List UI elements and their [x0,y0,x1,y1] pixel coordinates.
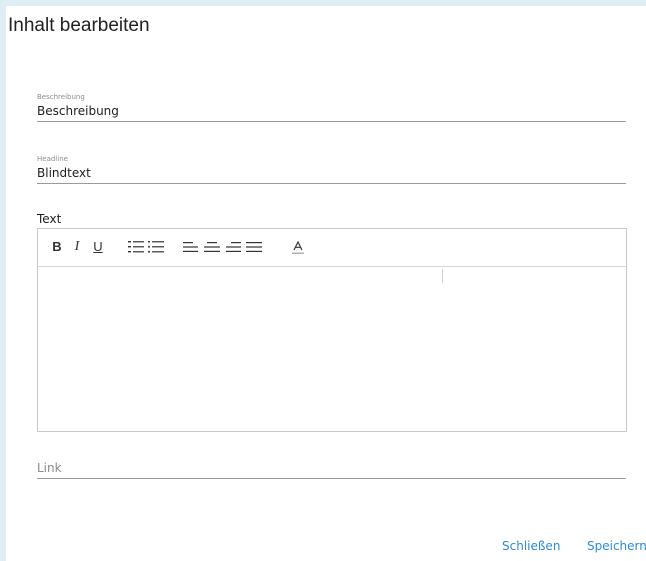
headline-label: Headline [37,155,68,163]
edit-content-dialog: Inhalt bearbeiten Beschreibung Beschreib… [6,6,646,561]
save-button[interactable]: Speichern [587,539,646,553]
editor-content-area[interactable] [38,267,626,431]
align-justify-icon[interactable] [246,238,262,256]
dialog-title: Inhalt bearbeiten [8,15,150,36]
beschreibung-label: Beschreibung [37,93,85,101]
link-field[interactable] [37,457,626,479]
text-cursor [442,269,443,283]
text-color-icon[interactable] [290,238,306,256]
rich-text-editor[interactable]: B I U [37,228,627,432]
bold-button[interactable]: B [50,238,64,256]
headline-value[interactable]: Blindtext [37,164,626,183]
italic-button[interactable]: I [70,238,84,256]
beschreibung-field[interactable]: Beschreibung Beschreibung [37,92,626,122]
text-label: Text [37,212,62,226]
align-left-icon[interactable] [183,238,199,256]
close-button[interactable]: Schließen [502,539,560,553]
align-right-icon[interactable] [225,238,241,256]
align-center-icon[interactable] [204,238,220,256]
beschreibung-value[interactable]: Beschreibung [37,102,626,121]
editor-toolbar: B I U [38,229,626,267]
headline-field[interactable]: Headline Blindtext [37,154,626,184]
link-input[interactable] [37,458,626,478]
underline-button[interactable]: U [91,238,105,256]
ordered-list-icon[interactable] [128,238,144,256]
bullet-list-icon[interactable] [148,238,164,256]
